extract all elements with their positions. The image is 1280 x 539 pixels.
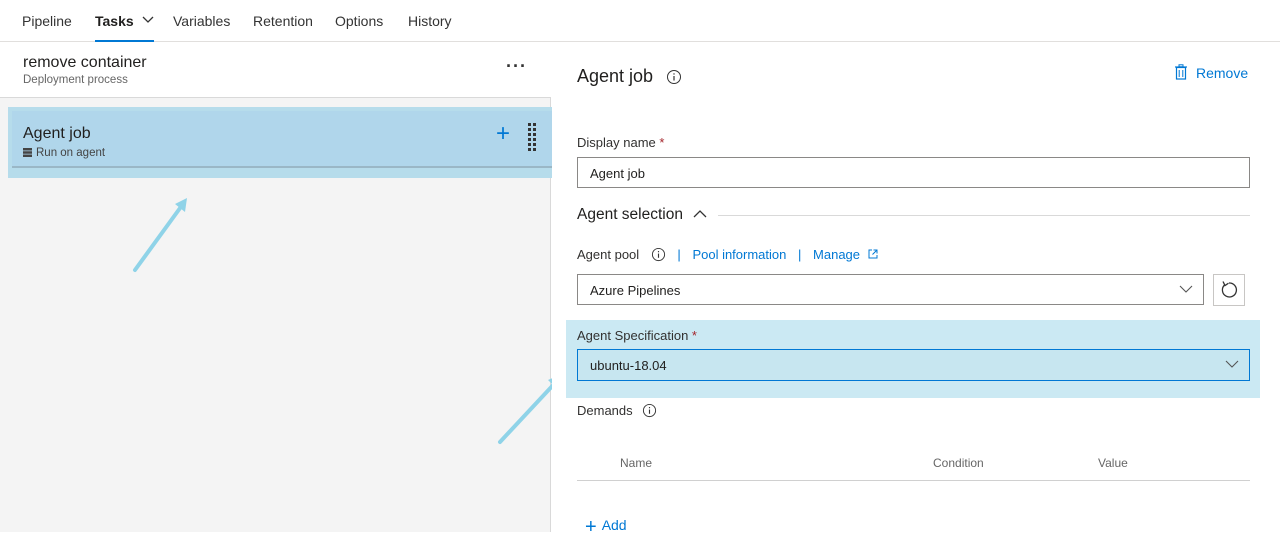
process-subtitle: Deployment process: [23, 74, 128, 86]
agent-selection-label: Agent selection: [577, 206, 683, 223]
agent-spec-dropdown[interactable]: ubuntu-18.04: [577, 349, 1250, 381]
demands-label-text: Demands: [577, 403, 633, 418]
manage-link-text: Manage: [813, 247, 861, 262]
column-value: Value: [1098, 456, 1128, 470]
display-name-input[interactable]: Agent job: [577, 157, 1250, 188]
info-icon[interactable]: [651, 247, 666, 262]
chevron-down-icon: [142, 16, 154, 23]
required-mark: *: [691, 328, 697, 343]
agent-selection-toggle[interactable]: Agent selection: [577, 206, 707, 224]
tab-pipeline[interactable]: Pipeline: [22, 12, 72, 42]
remove-button[interactable]: Remove: [1174, 64, 1248, 81]
add-demand-button[interactable]: + Add: [585, 516, 627, 539]
server-icon: [23, 148, 32, 157]
external-link-icon: [868, 249, 878, 259]
add-demand-label: Add: [601, 517, 627, 533]
details-title-text: Agent job: [577, 66, 654, 86]
manage-link[interactable]: Manage: [813, 247, 878, 262]
annotation-arrow-left: [133, 198, 187, 272]
info-icon[interactable]: [666, 69, 682, 85]
tab-tasks[interactable]: Tasks: [95, 12, 154, 42]
tab-variables[interactable]: Variables: [173, 12, 230, 42]
separator: |: [798, 247, 802, 262]
pool-information-link[interactable]: Pool information: [692, 247, 786, 262]
agent-pool-dropdown[interactable]: Azure Pipelines: [577, 274, 1204, 305]
agent-job-subtitle: Run on agent: [23, 147, 105, 159]
separator: |: [677, 247, 681, 262]
agent-spec-label: Agent Specification *: [577, 328, 697, 343]
plus-icon: +: [585, 516, 597, 538]
top-nav: Pipeline Tasks Variables Retention Optio…: [0, 0, 1280, 42]
table-divider: [577, 480, 1250, 481]
demands-label: Demands: [577, 403, 657, 418]
agent-pool-row: Agent pool | Pool information | Manage: [577, 247, 878, 262]
details-title: Agent job: [577, 66, 682, 87]
add-task-button[interactable]: +: [496, 122, 510, 146]
required-mark: *: [659, 135, 665, 150]
chevron-up-icon: [693, 210, 707, 218]
agent-spec-value: ubuntu-18.04: [590, 358, 667, 373]
refresh-icon: [1221, 281, 1238, 298]
column-name: Name: [620, 456, 653, 470]
tab-tasks-label: Tasks: [95, 13, 134, 29]
agent-spec-label-text: Agent Specification: [577, 328, 689, 343]
agent-pool-label: Agent pool: [577, 247, 640, 262]
process-header[interactable]: remove container Deployment process ···: [0, 42, 551, 98]
chevron-down-icon: [1225, 360, 1239, 368]
more-options-button[interactable]: ···: [506, 56, 527, 77]
column-condition: Condition: [933, 456, 984, 470]
agent-job-card[interactable]: Agent job Run on agent +: [12, 111, 552, 168]
process-title: remove container: [23, 54, 147, 71]
agent-pool-value: Azure Pipelines: [590, 283, 681, 298]
agent-job-subtitle-text: Run on agent: [36, 147, 106, 159]
trash-icon: [1175, 64, 1187, 80]
info-icon[interactable]: [642, 403, 657, 418]
tab-options[interactable]: Options: [335, 12, 383, 42]
display-name-label-text: Display name: [577, 135, 656, 150]
tab-retention[interactable]: Retention: [253, 12, 313, 42]
agent-job-title: Agent job: [23, 125, 91, 142]
chevron-down-icon: [1179, 285, 1193, 293]
refresh-button[interactable]: [1213, 274, 1245, 306]
process-pane: remove container Deployment process ··· …: [0, 42, 552, 532]
section-divider: [718, 215, 1250, 216]
remove-label: Remove: [1196, 65, 1249, 81]
tab-history[interactable]: History: [408, 12, 452, 42]
job-details-pane: Agent job Remove Display name * Agent jo…: [552, 42, 1280, 538]
drag-handle-icon[interactable]: [527, 123, 537, 153]
display-name-label: Display name *: [577, 135, 664, 150]
